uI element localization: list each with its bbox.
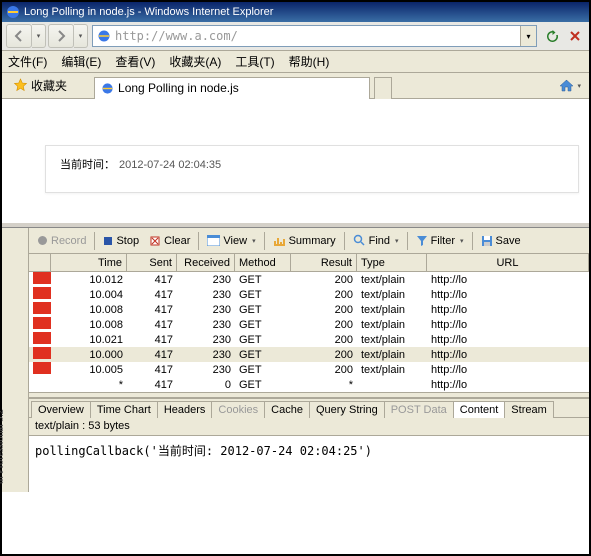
table-row[interactable]: 10.005417230GET200text/plainhttp://lo xyxy=(29,362,589,377)
tab-title: Long Polling in node.js xyxy=(118,81,239,95)
window-title: Long Polling in node.js - Windows Intern… xyxy=(24,6,273,18)
record-button[interactable]: Record xyxy=(33,233,90,249)
request-grid: Time Sent Received Method Result Type UR… xyxy=(29,254,589,392)
tab-headers[interactable]: Headers xyxy=(157,401,213,418)
content-body[interactable]: pollingCallback('当前时间: 2012-07-24 02:04:… xyxy=(29,436,589,492)
status-indicator xyxy=(33,332,51,344)
menu-file[interactable]: 文件(F) xyxy=(8,53,47,70)
summary-button[interactable]: Summary xyxy=(269,233,340,249)
address-input[interactable] xyxy=(115,29,520,43)
forward-button[interactable] xyxy=(48,24,74,48)
page-icon xyxy=(101,82,114,95)
stop-record-button[interactable]: Stop xyxy=(99,233,143,249)
table-row[interactable]: 10.008417230GET200text/plainhttp://lo xyxy=(29,317,589,332)
col-indicator[interactable] xyxy=(29,254,51,271)
filter-label: Filter xyxy=(431,235,455,247)
table-row[interactable]: 10.021417230GET200text/plainhttp://lo xyxy=(29,332,589,347)
forward-history-dropdown[interactable]: ▾ xyxy=(74,24,88,48)
save-button[interactable]: Save xyxy=(477,233,525,249)
stop-button[interactable] xyxy=(565,26,585,46)
back-button[interactable] xyxy=(6,24,32,48)
summary-label: Summary xyxy=(289,235,336,247)
menu-view[interactable]: 查看(V) xyxy=(115,53,155,70)
status-indicator xyxy=(33,362,51,374)
menu-favorites[interactable]: 收藏夹(A) xyxy=(169,53,221,70)
address-dropdown[interactable]: ▾ xyxy=(520,26,536,46)
menu-help[interactable]: 帮助(H) xyxy=(289,53,330,70)
table-row[interactable]: 10.012417230GET200text/plainhttp://lo xyxy=(29,272,589,287)
menu-tools[interactable]: 工具(T) xyxy=(235,53,274,70)
time-value: 2012-07-24 02:04:35 xyxy=(119,159,221,171)
col-sent[interactable]: Sent xyxy=(127,254,177,271)
tab-querystring[interactable]: Query String xyxy=(309,401,385,418)
devtools-toolbar: Record Stop Clear View ▾ Summary Find ▾ xyxy=(29,228,589,254)
status-indicator xyxy=(33,347,51,359)
col-url[interactable]: URL xyxy=(427,254,589,271)
filter-button[interactable]: Filter ▾ xyxy=(412,233,468,249)
home-button[interactable]: ▾ xyxy=(554,76,585,96)
page-content: 当前时间： 2012-07-24 02:04:35 xyxy=(2,99,589,222)
tab-overview[interactable]: Overview xyxy=(31,401,91,418)
col-received[interactable]: Received xyxy=(177,254,235,271)
col-time[interactable]: Time xyxy=(51,254,127,271)
favorites-label: 收藏夹 xyxy=(31,77,67,94)
back-history-dropdown[interactable]: ▾ xyxy=(32,24,46,48)
favorites-button[interactable]: 收藏夹 xyxy=(6,74,74,97)
record-label: Record xyxy=(51,235,86,247)
view-button[interactable]: View ▾ xyxy=(203,233,259,249)
clear-label: Clear xyxy=(164,235,190,247)
time-card: 当前时间： 2012-07-24 02:04:35 xyxy=(45,145,579,193)
new-tab-button[interactable] xyxy=(374,77,392,99)
address-bar[interactable]: ▾ xyxy=(92,25,537,47)
status-indicator xyxy=(33,272,51,284)
clear-button[interactable]: Clear xyxy=(145,233,194,249)
tab-stream[interactable]: Stream xyxy=(504,401,553,418)
table-row[interactable]: 10.008417230GET200text/plainhttp://lo xyxy=(29,302,589,317)
favorites-bar: 收藏夹 Long Polling in node.js ▾ xyxy=(2,73,589,99)
status-indicator xyxy=(33,302,51,314)
col-result[interactable]: Result xyxy=(291,254,357,271)
col-type[interactable]: Type xyxy=(357,254,427,271)
table-row[interactable]: 10.000417230GET200text/plainhttp://lo xyxy=(29,347,589,362)
status-indicator xyxy=(33,317,51,329)
menu-bar: 文件(F) 编辑(E) 查看(V) 收藏夹(A) 工具(T) 帮助(H) xyxy=(2,51,589,73)
nav-toolbar: ▾ ▾ ▾ xyxy=(2,22,589,51)
devtools-panel: th Professional 5.2 Record Stop Clear Vi… xyxy=(2,228,589,492)
tab-cookies[interactable]: Cookies xyxy=(211,401,265,418)
find-button[interactable]: Find ▾ xyxy=(349,232,403,249)
chevron-down-icon: ▾ xyxy=(395,237,399,245)
menu-edit[interactable]: 编辑(E) xyxy=(61,53,101,70)
save-label: Save xyxy=(496,235,521,247)
chevron-down-icon: ▾ xyxy=(252,237,256,245)
stop-label: Stop xyxy=(116,235,139,247)
status-indicator xyxy=(33,287,51,299)
find-label: Find xyxy=(369,235,390,247)
grid-body: 10.012417230GET200text/plainhttp://lo10.… xyxy=(29,272,589,392)
devtools-sidebar-text: th Professional 5.2 xyxy=(0,409,6,484)
ie-icon xyxy=(6,5,20,19)
window-titlebar: Long Polling in node.js - Windows Intern… xyxy=(2,2,589,22)
tab-timechart[interactable]: Time Chart xyxy=(90,401,158,418)
page-icon xyxy=(96,28,112,44)
chevron-down-icon: ▾ xyxy=(460,237,464,245)
view-label: View xyxy=(223,235,247,247)
tab-postdata[interactable]: POST Data xyxy=(384,401,454,418)
table-row[interactable]: 10.004417230GET200text/plainhttp://lo xyxy=(29,287,589,302)
content-info: text/plain : 53 bytes xyxy=(29,418,589,436)
detail-tabs: Overview Time Chart Headers Cookies Cach… xyxy=(29,398,589,418)
table-row[interactable]: *4170GET*http://lo xyxy=(29,377,589,392)
time-label: 当前时间： xyxy=(60,159,115,171)
tab-cache[interactable]: Cache xyxy=(264,401,310,418)
devtools-sidebar: th Professional 5.2 xyxy=(2,228,29,492)
tab-content[interactable]: Content xyxy=(453,401,506,418)
star-icon xyxy=(13,78,28,93)
grid-header: Time Sent Received Method Result Type UR… xyxy=(29,254,589,272)
col-method[interactable]: Method xyxy=(235,254,291,271)
browser-tab[interactable]: Long Polling in node.js xyxy=(94,77,370,99)
refresh-button[interactable] xyxy=(542,26,562,46)
